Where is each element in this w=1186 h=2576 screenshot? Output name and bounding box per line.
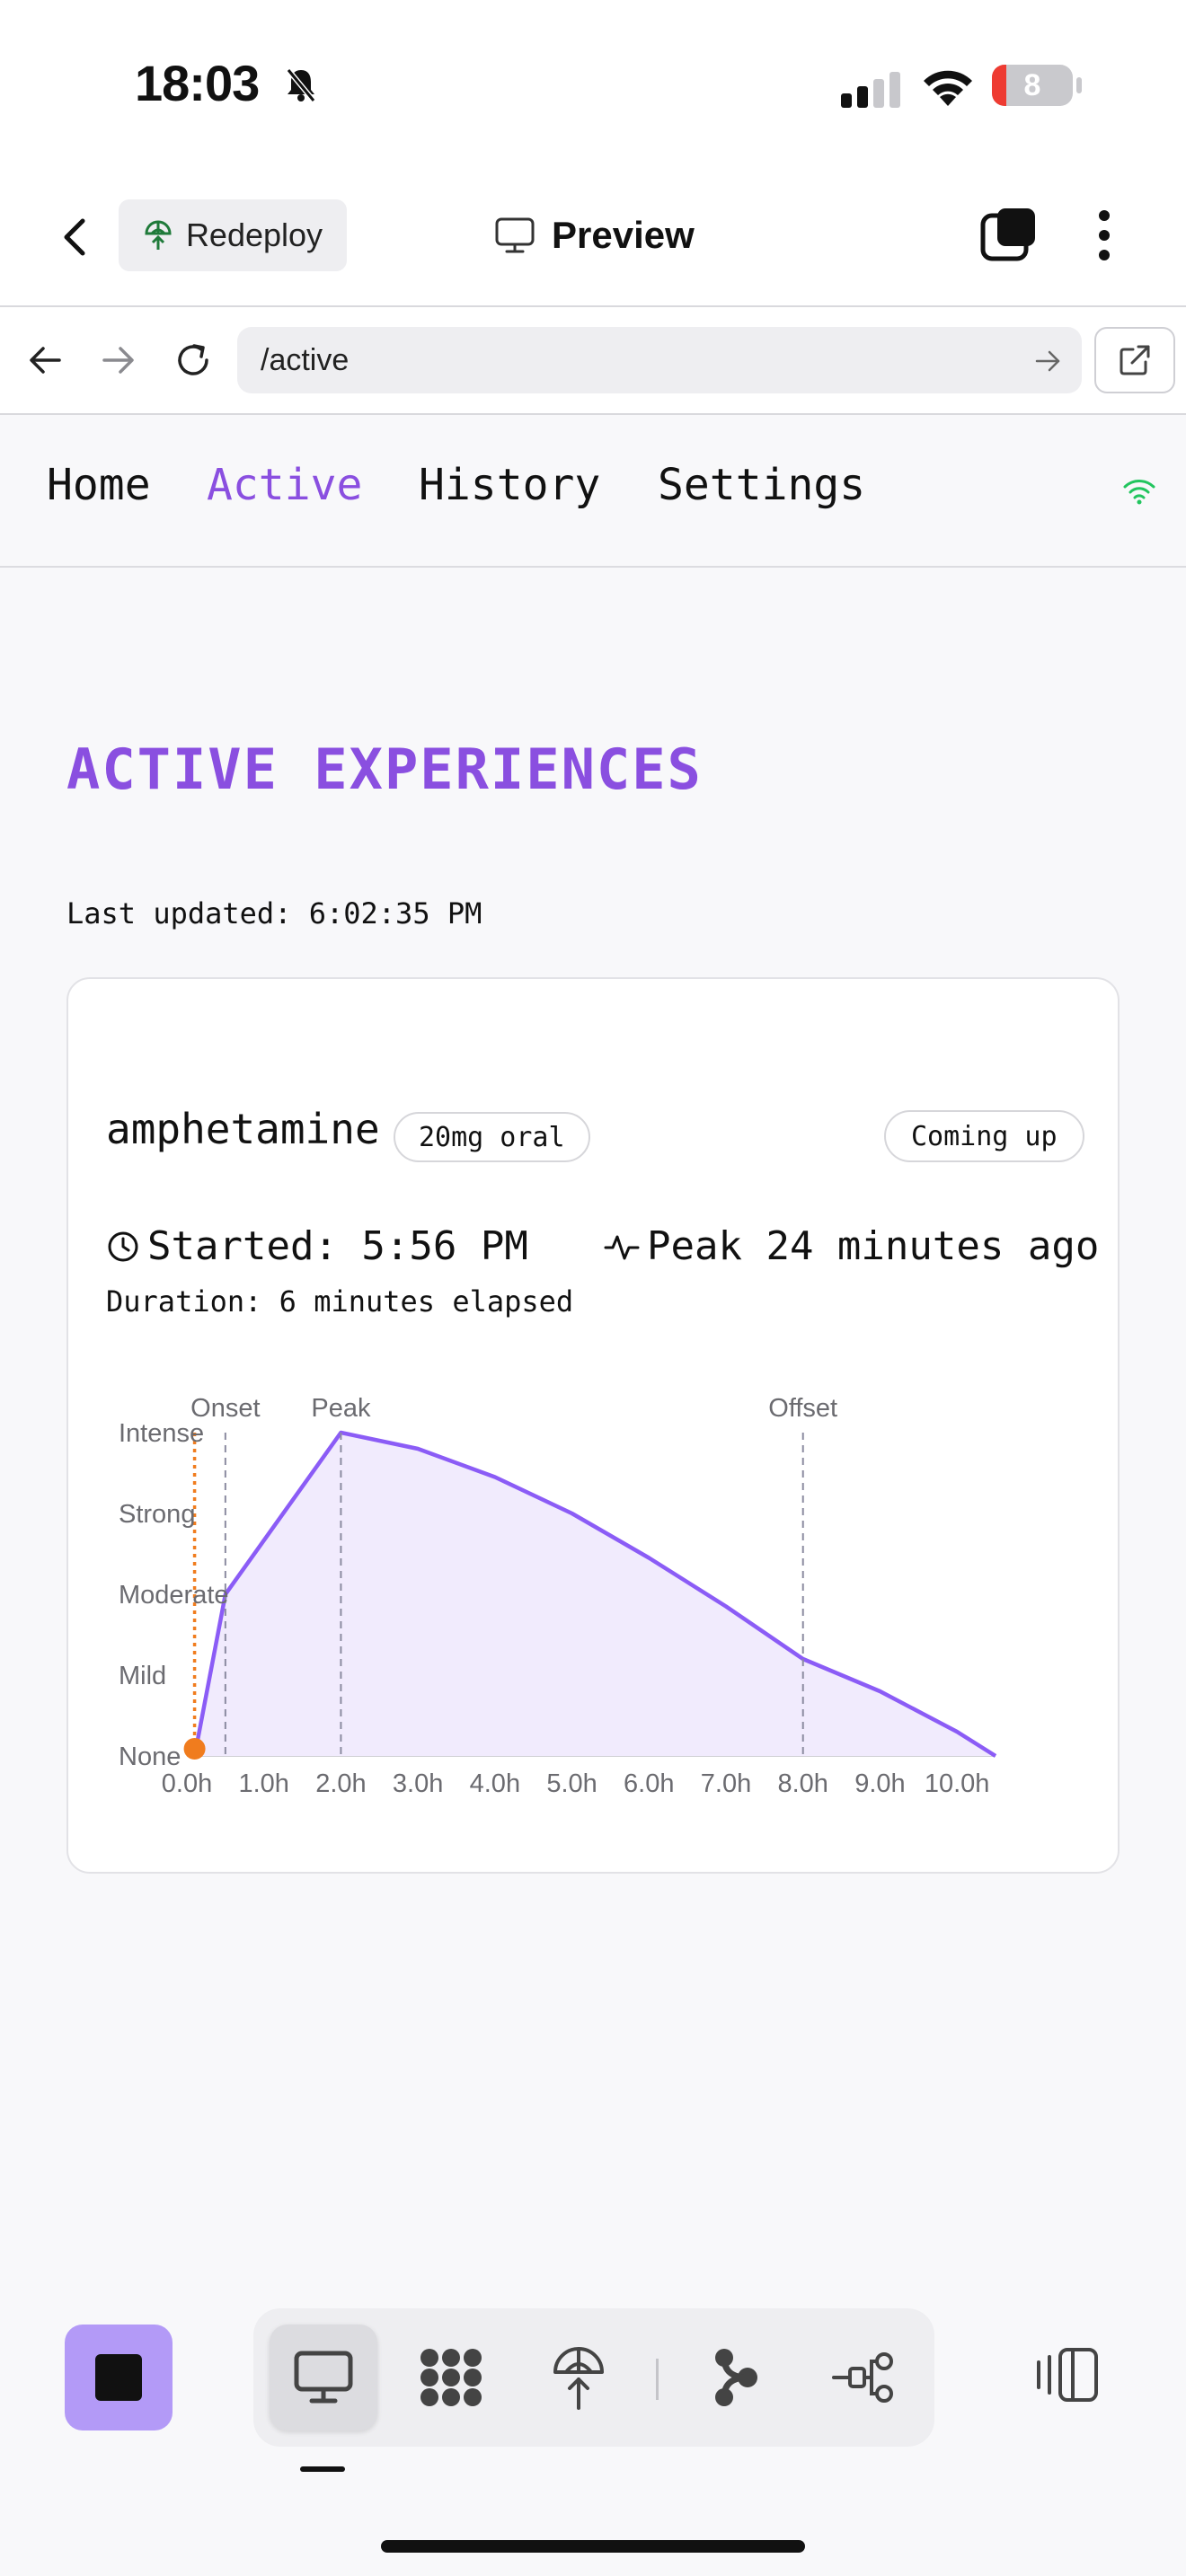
external-link-icon (1120, 345, 1150, 375)
tool-deploy-button[interactable] (525, 2325, 633, 2430)
peak-label: Peak 24 minutes ago (647, 1223, 1100, 1269)
phase-badge: Coming up (884, 1110, 1084, 1162)
active-tool-indicator (300, 2466, 345, 2472)
x-tick-label: 4.0h (470, 1769, 520, 1798)
connection-wifi-icon (1123, 480, 1155, 505)
nav-settings[interactable]: Settings (658, 460, 865, 510)
url-input[interactable]: /active (237, 327, 1082, 393)
url-value: /active (261, 342, 350, 377)
x-tick-label: 6.0h (624, 1769, 674, 1798)
effect-timeline-chart: Onset Peak OffsetNoneMildModerateStrongInt… (119, 1394, 997, 1798)
battery-icon: 8 (992, 65, 1073, 106)
x-tick-label: 2.0h (315, 1769, 366, 1798)
page-title: ACTIVE EXPERIENCES (66, 737, 703, 802)
status-time: 18:03 (135, 55, 260, 111)
x-tick-label: 8.0h (777, 1769, 828, 1798)
x-tick-label: 3.0h (393, 1769, 443, 1798)
substance-name: amphetamine (106, 1105, 380, 1153)
tool-preview-button[interactable] (270, 2325, 377, 2430)
cellular-signal-icon (841, 72, 900, 108)
workflow-icon (832, 2352, 893, 2403)
preview-label: Preview (552, 214, 695, 256)
panel-toggle-icon[interactable] (1033, 2346, 1102, 2404)
dose-badge: 20mg oral (394, 1112, 590, 1162)
x-tick-label: 7.0h (701, 1769, 751, 1798)
y-tick-label: Intense (119, 1419, 204, 1448)
integrations-icon (420, 2349, 482, 2406)
phase-marker-label-peak: Peak (311, 1394, 371, 1423)
more-options-icon[interactable] (1094, 207, 1114, 264)
x-tick-label: 1.0h (238, 1769, 288, 1798)
current-time-dot (183, 1738, 206, 1760)
open-external-button[interactable] (1094, 327, 1175, 393)
y-tick-label: Strong (119, 1500, 195, 1529)
nav-active[interactable]: Active (207, 460, 362, 510)
nav-history[interactable]: History (419, 460, 600, 510)
stop-button[interactable] (65, 2325, 173, 2430)
y-tick-label: Mild (119, 1662, 166, 1690)
tool-workflow-button[interactable] (809, 2325, 916, 2430)
battery-tip (1076, 77, 1082, 93)
wifi-icon (924, 70, 972, 106)
back-chevron-icon[interactable] (56, 212, 95, 262)
started-time: Started: 5:56 PM (106, 1223, 528, 1269)
started-label: Started: 5:56 PM (147, 1223, 528, 1269)
y-tick-label: Moderate (119, 1581, 229, 1610)
y-tick-label: None (119, 1742, 181, 1771)
home-indicator (381, 2540, 805, 2553)
peak-time: Peak 24 minutes ago (604, 1223, 1099, 1269)
monitor-icon (495, 217, 535, 253)
phase-marker-label-offset: Offset (768, 1394, 837, 1423)
redeploy-label: Redeploy (185, 216, 323, 253)
x-tick-label: 5.0h (546, 1769, 597, 1798)
tool-git-button[interactable] (681, 2325, 789, 2430)
tabs-switcher-icon[interactable] (979, 205, 1039, 264)
tool-integrations-button[interactable] (397, 2325, 505, 2430)
browser-back-icon[interactable] (25, 340, 66, 381)
last-updated: Last updated: 6:02:35 PM (66, 896, 482, 931)
preview-title: Preview (494, 208, 695, 262)
git-branch-icon (715, 2349, 757, 2406)
x-tick-label: 0.0h (162, 1769, 212, 1798)
nav-home[interactable]: Home (47, 460, 151, 510)
battery-level: 8 (1023, 67, 1041, 102)
silent-mode-icon (286, 68, 316, 102)
duration-elapsed: Duration: 6 minutes elapsed (106, 1284, 574, 1319)
activity-pulse-icon (604, 1235, 640, 1259)
x-tick-label: 9.0h (854, 1769, 905, 1798)
deploy-icon (553, 2347, 604, 2410)
chart-area-fill (194, 1433, 996, 1756)
stop-icon (95, 2354, 142, 2401)
redeploy-button[interactable]: Redeploy (119, 199, 347, 271)
clock-icon (108, 1231, 138, 1261)
reload-icon[interactable] (171, 338, 216, 383)
redeploy-icon (145, 220, 172, 250)
desktop-preview-icon (294, 2351, 353, 2404)
go-arrow-icon[interactable] (1031, 345, 1064, 377)
tool-divider (656, 2359, 659, 2400)
x-tick-label: 10.0h (925, 1769, 990, 1798)
browser-forward-icon[interactable] (97, 340, 138, 381)
